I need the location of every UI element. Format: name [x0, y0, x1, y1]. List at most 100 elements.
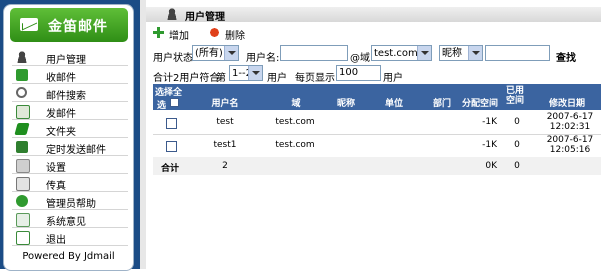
- sidebar-item-feedback[interactable]: 系统意见: [12, 211, 128, 228]
- fax-icon: [16, 177, 30, 191]
- sidebar-item-label: 收邮件: [46, 73, 76, 84]
- domain-value: test.com: [374, 48, 418, 59]
- sidebar-panel: 金笛邮件 用户管理 收邮件 邮件搜索 发邮件 文件夹 定时发送邮件 设置 传真 …: [3, 4, 134, 271]
- sidebar-item-fax[interactable]: 传真: [12, 175, 128, 192]
- sidebar-item-label: 定时发送邮件: [46, 145, 106, 156]
- cell-used: 0: [514, 117, 520, 127]
- col-alloc: 分配空间: [461, 99, 498, 109]
- select-all-checkbox[interactable]: [170, 98, 179, 107]
- at-domain-label: @域:: [350, 53, 374, 64]
- cell-username: test: [216, 117, 234, 127]
- envelope-icon: [20, 18, 38, 31]
- per-page-input[interactable]: 100: [336, 65, 381, 81]
- delete-button[interactable]: 删除: [209, 27, 249, 42]
- page-unit: 用户: [267, 73, 287, 84]
- delete-icon: [209, 27, 220, 38]
- sidebar-item-schedule[interactable]: 定时发送邮件: [12, 139, 128, 156]
- cell-time: 12:02:31: [549, 122, 591, 132]
- col-nickname: 昵称: [336, 99, 355, 109]
- sidebar-item-label: 用户管理: [46, 55, 86, 66]
- sidebar-item-label: 系统意见: [46, 217, 86, 228]
- cell-domain: test.com: [275, 117, 315, 127]
- user-icon: [16, 51, 28, 63]
- table-row: test test.com -1K 0 2007-6-17 12:02:31: [153, 112, 601, 135]
- search-icon: [16, 87, 27, 98]
- chevron-down-icon: [224, 46, 238, 60]
- cell-domain: test.com: [275, 140, 315, 150]
- settings-icon: [16, 159, 30, 173]
- total-count: 2: [222, 161, 228, 171]
- nickname-select[interactable]: 昵称: [439, 45, 483, 61]
- col-domain: 域: [291, 99, 301, 109]
- logout-icon: [16, 231, 30, 245]
- schedule-icon: [16, 141, 28, 153]
- sidebar-item-help[interactable]: 管理员帮助: [12, 193, 128, 210]
- chevron-down-icon: [468, 46, 482, 60]
- col-unit: 单位: [384, 99, 403, 109]
- plus-icon: [153, 27, 164, 38]
- sidebar-item-search[interactable]: 邮件搜索: [12, 85, 128, 102]
- cell-date: 2007-6-17: [546, 135, 594, 145]
- col-date: 修改日期: [548, 99, 585, 109]
- sidebar: 金笛邮件 用户管理 收邮件 邮件搜索 发邮件 文件夹 定时发送邮件 设置 传真 …: [0, 0, 140, 271]
- powered-by: Powered By Jdmail: [22, 251, 115, 262]
- page-select[interactable]: 1--2: [229, 65, 263, 81]
- add-label: 增加: [169, 31, 189, 42]
- per-page-unit: 用户: [383, 73, 403, 84]
- compose-icon: [16, 105, 30, 119]
- add-button[interactable]: 增加: [153, 27, 193, 42]
- cell-alloc: -1K: [482, 117, 497, 127]
- folder-icon: [14, 123, 30, 135]
- total-alloc: 0K: [485, 161, 497, 171]
- sidebar-item-label: 退出: [46, 235, 66, 246]
- cell-date: 2007-6-17: [546, 112, 594, 122]
- username-input[interactable]: [280, 45, 348, 61]
- page-header: 用户管理: [146, 7, 601, 23]
- brand-title: 金笛邮件: [48, 19, 108, 35]
- nickname-select-value: 昵称: [442, 48, 462, 59]
- cell-used: 0: [514, 140, 520, 150]
- table-header: 选择全 选 用户名 域 昵称 单位 部门 分配空间 已用空间 修改日期: [153, 84, 601, 111]
- main-content: 用户管理 增加 删除 用户状态: (所有) 用户名: @域: test.com …: [146, 0, 601, 269]
- chevron-down-icon: [417, 46, 431, 60]
- col-used: 已用空间: [505, 86, 524, 106]
- page-title: 用户管理: [185, 12, 225, 23]
- status-select[interactable]: (所有): [192, 45, 239, 61]
- cell-username: test1: [213, 140, 237, 150]
- feedback-icon: [16, 213, 30, 227]
- username-label: 用户名:: [246, 53, 280, 64]
- nickname-input[interactable]: [485, 45, 550, 61]
- col-username: 用户名: [211, 99, 239, 109]
- cell-alloc: -1K: [482, 140, 497, 150]
- table-total-row: 合计 2 0K 0: [153, 157, 601, 175]
- sidebar-item-label: 传真: [46, 181, 66, 192]
- sidebar-item-logout[interactable]: 退出: [12, 229, 128, 246]
- table-row: test1 test.com -1K 0 2007-6-17 12:05:16: [153, 135, 601, 158]
- row-checkbox[interactable]: [166, 141, 177, 152]
- sidebar-item-folder[interactable]: 文件夹: [12, 121, 128, 138]
- brand-header: 金笛邮件: [10, 8, 128, 42]
- domain-select[interactable]: test.com: [371, 45, 432, 61]
- select-all-link[interactable]: 选择全: [155, 85, 182, 98]
- delete-label: 删除: [225, 31, 245, 42]
- total-label: 合计: [161, 164, 180, 174]
- per-page-label: 每页显示: [295, 73, 335, 84]
- status-label: 用户状态:: [153, 53, 197, 64]
- status-value: (所有): [195, 48, 223, 59]
- row-checkbox[interactable]: [166, 118, 177, 129]
- sidebar-item-label: 管理员帮助: [46, 199, 96, 210]
- user-icon: [166, 8, 178, 20]
- inbox-icon: [16, 69, 28, 81]
- cell-time: 12:05:16: [549, 145, 591, 155]
- page-label: 第: [216, 73, 226, 84]
- sidebar-item-user-manage[interactable]: 用户管理: [12, 49, 128, 66]
- sidebar-item-label: 文件夹: [46, 127, 76, 138]
- total-used: 0: [514, 161, 520, 171]
- sidebar-item-label: 设置: [46, 163, 66, 174]
- sidebar-item-compose[interactable]: 发邮件: [12, 103, 128, 120]
- sidebar-item-settings[interactable]: 设置: [12, 157, 128, 174]
- sidebar-item-label: 发邮件: [46, 109, 76, 120]
- search-button[interactable]: 查找: [556, 49, 576, 64]
- sidebar-item-inbox[interactable]: 收邮件: [12, 67, 128, 84]
- sidebar-item-label: 邮件搜索: [46, 91, 86, 102]
